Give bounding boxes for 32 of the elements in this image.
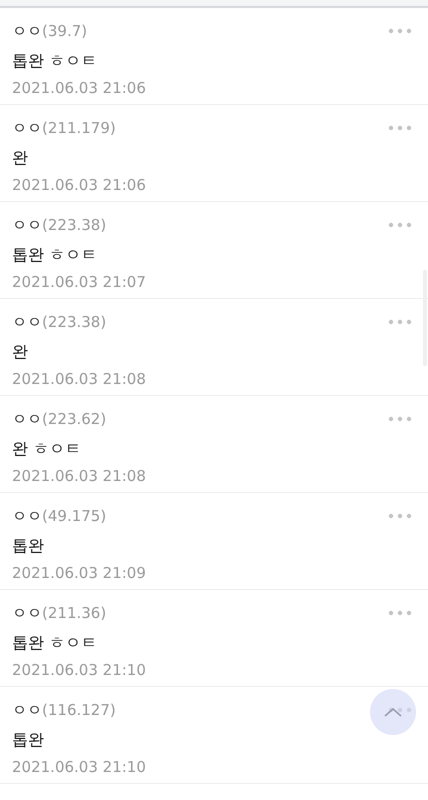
comment-author: ㅇㅇ <box>12 700 42 720</box>
comment-ip: (223.38) <box>42 313 106 331</box>
comment-author: ㅇㅇ <box>12 604 42 622</box>
comment-date: 2021.06.03 21:10 <box>12 758 147 776</box>
comment-ip: (211.36) <box>42 604 106 622</box>
comment-ip: (223.62) <box>42 410 106 428</box>
comment-date: 2021.06.03 21:08 <box>12 467 147 485</box>
comment-author: ㅇㅇ <box>12 118 42 138</box>
comment-text: 톱완 <box>12 536 45 557</box>
comment-date: 2021.06.03 21:09 <box>12 564 147 582</box>
comment-author: ㅇㅇ <box>12 312 42 332</box>
comment-text: 톱완 <box>12 730 45 751</box>
comment-author: ㅇㅇ <box>12 216 42 234</box>
comment-text: 톱완 ㅎㅇㅌ <box>12 245 98 266</box>
comment-ip: (49.175) <box>42 507 106 525</box>
comment-date: 2021.06.03 21:06 <box>12 176 147 194</box>
comment-ip: (211.179) <box>42 119 116 137</box>
comment-author: ㅇㅇ <box>12 22 42 40</box>
comment-author: ㅇㅇ <box>12 506 42 526</box>
comment-ip: (116.127) <box>42 701 116 719</box>
comment-date: 2021.06.03 21:07 <box>12 273 147 291</box>
comment-text: 톱완 ㅎㅇㅌ <box>12 51 98 72</box>
comment-ip: (39.7) <box>42 22 88 40</box>
comment-date: 2021.06.03 21:08 <box>12 370 147 388</box>
comment-ip: (223.38) <box>42 216 106 234</box>
comment-text: 완 ㅎㅇㅌ <box>12 439 82 460</box>
comment-text: 톱완 ㅎㅇㅌ <box>12 633 98 654</box>
comment-text: 완 <box>12 342 29 363</box>
comment-text: 완 <box>12 148 29 169</box>
comment-date: 2021.06.03 21:06 <box>12 79 147 97</box>
comment-author: ㅇㅇ <box>12 410 42 428</box>
comment-date: 2021.06.03 21:10 <box>12 661 147 679</box>
